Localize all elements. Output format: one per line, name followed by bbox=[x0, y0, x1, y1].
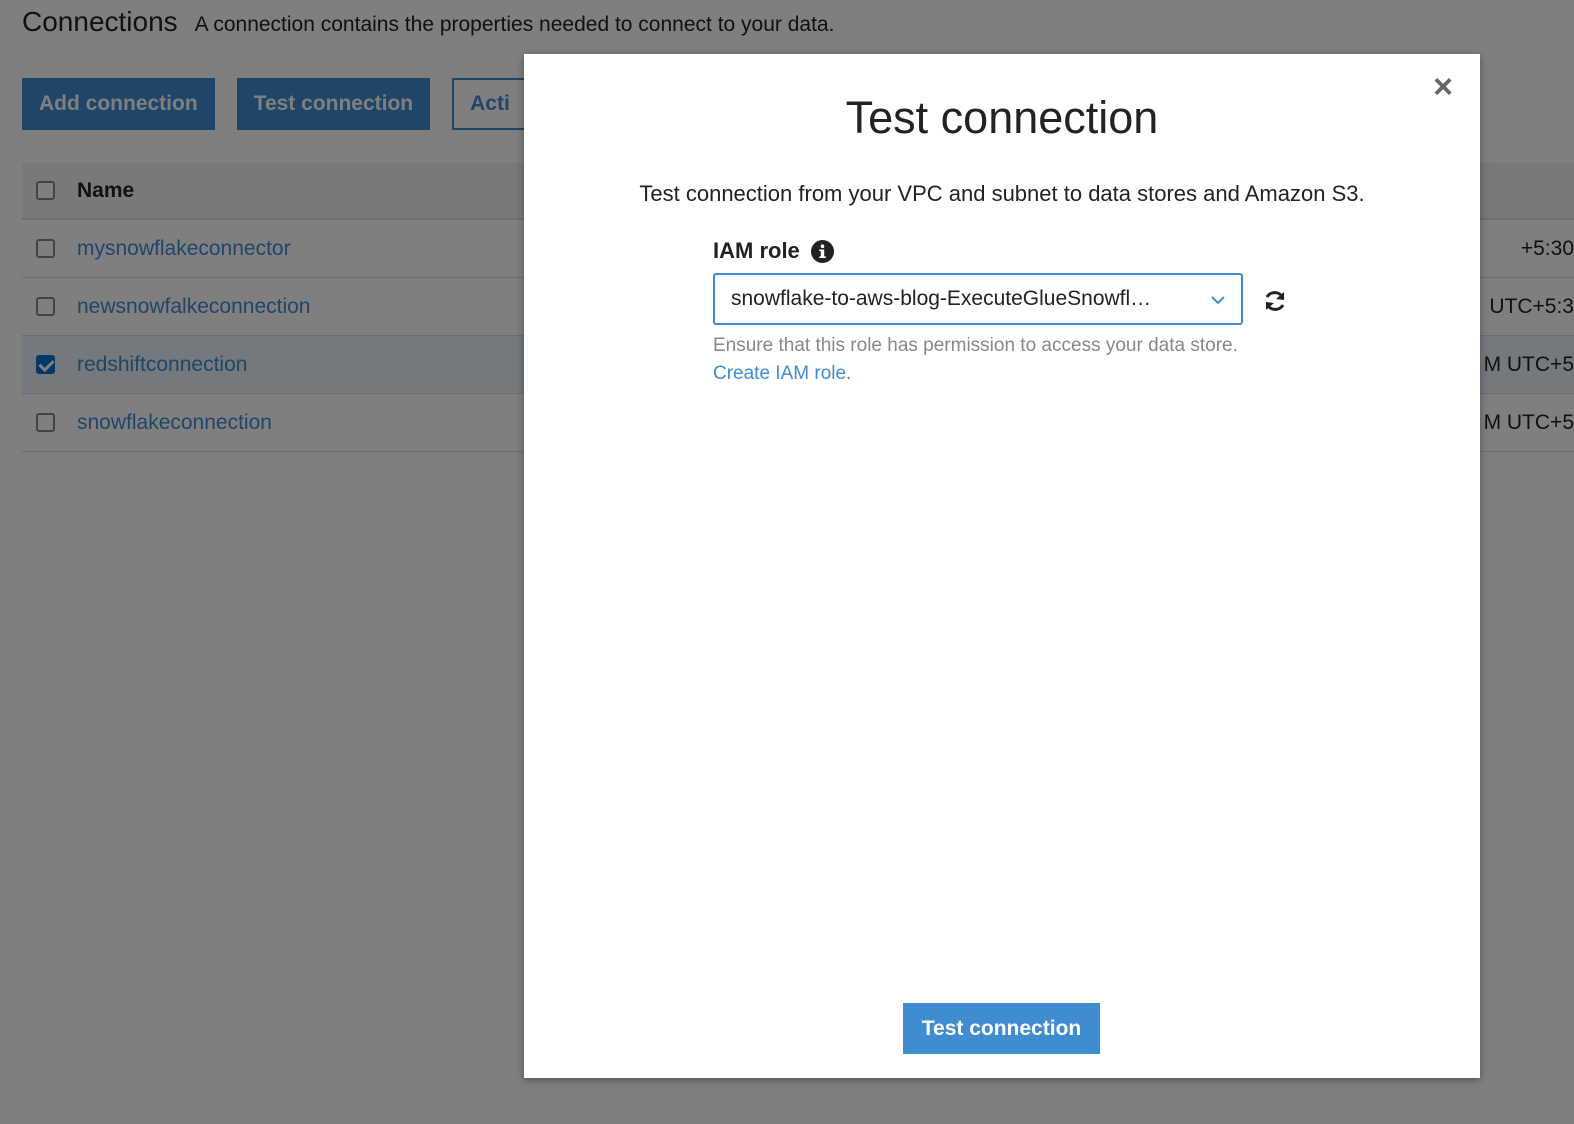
iam-role-selected-value: snowflake-to-aws-blog-ExecuteGlueSnowfl… bbox=[731, 287, 1152, 310]
info-icon[interactable] bbox=[810, 239, 834, 263]
iam-role-field: IAM role snowflake-to-aws-blog-ExecuteGl… bbox=[713, 238, 1285, 384]
dialog-description: Test connection from your VPC and subnet… bbox=[639, 181, 1365, 206]
test-connection-dialog: × Test connection Test connection from y… bbox=[524, 54, 1480, 1078]
dialog-title: Test connection bbox=[845, 92, 1159, 143]
iam-role-label: IAM role bbox=[713, 238, 800, 263]
refresh-icon[interactable] bbox=[1262, 288, 1288, 314]
create-iam-role-link[interactable]: Create IAM role. bbox=[713, 363, 851, 385]
test-connection-submit-button[interactable]: Test connection bbox=[903, 1003, 1100, 1054]
chevron-down-icon bbox=[1209, 291, 1227, 314]
iam-role-select[interactable]: snowflake-to-aws-blog-ExecuteGlueSnowfl… bbox=[713, 273, 1243, 325]
iam-role-label-row: IAM role bbox=[713, 238, 834, 264]
iam-role-hint: Ensure that this role has permission to … bbox=[713, 335, 1238, 356]
